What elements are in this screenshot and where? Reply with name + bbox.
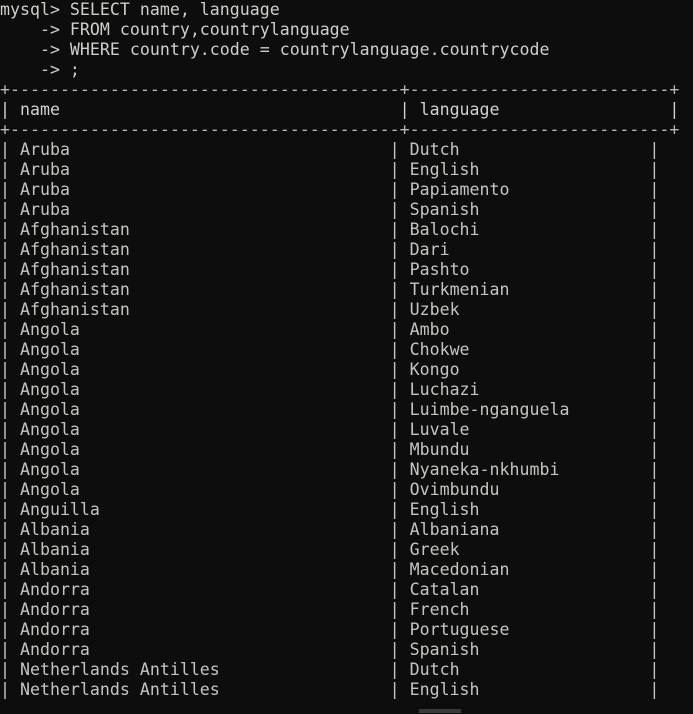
table-row: | Netherlands Antilles | Dutch | [0,660,660,679]
table-row: | Albania | Macedonian | [0,560,660,579]
table-row: | Aruba | Dutch | [0,140,660,159]
query-line-terminator: -> ; [0,60,80,79]
table-row: | Aruba | Papiamento | [0,180,660,199]
table-row: | Albania | Albaniana | [0,520,660,539]
table-row: | Angola | Mbundu | [0,440,660,459]
table-row: | Angola | Chokwe | [0,340,660,359]
table-row: | Anguilla | English | [0,500,660,519]
table-row: | Afghanistan | Pashto | [0,260,660,279]
table-rule-header: +---------------------------------------… [0,120,680,139]
table-row: | Aruba | English | [0,160,660,179]
table-row: | Afghanistan | Dari | [0,240,660,259]
mysql-terminal-window[interactable]: mysql> SELECT name, language -> FROM cou… [0,0,693,714]
table-row: | Angola | Ambo | [0,320,660,339]
table-row: | Afghanistan | Balochi | [0,220,660,239]
table-row: | Afghanistan | Turkmenian | [0,280,660,299]
table-row: | Angola | Luimbe-nganguela | [0,400,660,419]
table-row: | Albania | Greek | [0,540,660,559]
table-row: | Angola | Luchazi | [0,380,660,399]
table-row: | Andorra | Catalan | [0,580,660,599]
table-row: | Angola | Luvale | [0,420,660,439]
query-line-select: mysql> SELECT name, language [0,0,280,19]
table-row: | Andorra | Portuguese | [0,620,660,639]
table-row: | Aruba | Spanish | [0,200,660,219]
query-line-where: -> WHERE country.code = countrylanguage.… [0,40,550,59]
table-row: | Afghanistan | Uzbek | [0,300,660,319]
scroll-cut-marker [419,709,461,713]
table-row: | Andorra | Spanish | [0,640,660,659]
table-row: | Angola | Nyaneka-nkhumbi | [0,460,660,479]
table-row: | Netherlands Antilles | English | [0,680,660,699]
table-row: | Andorra | French | [0,600,660,619]
query-line-from: -> FROM country,countrylanguage [0,20,350,39]
table-rule-top: +---------------------------------------… [0,80,680,99]
table-header-row: | name | language | [0,100,680,119]
table-row: | Angola | Ovimbundu | [0,480,660,499]
table-row: | Angola | Kongo | [0,360,660,379]
